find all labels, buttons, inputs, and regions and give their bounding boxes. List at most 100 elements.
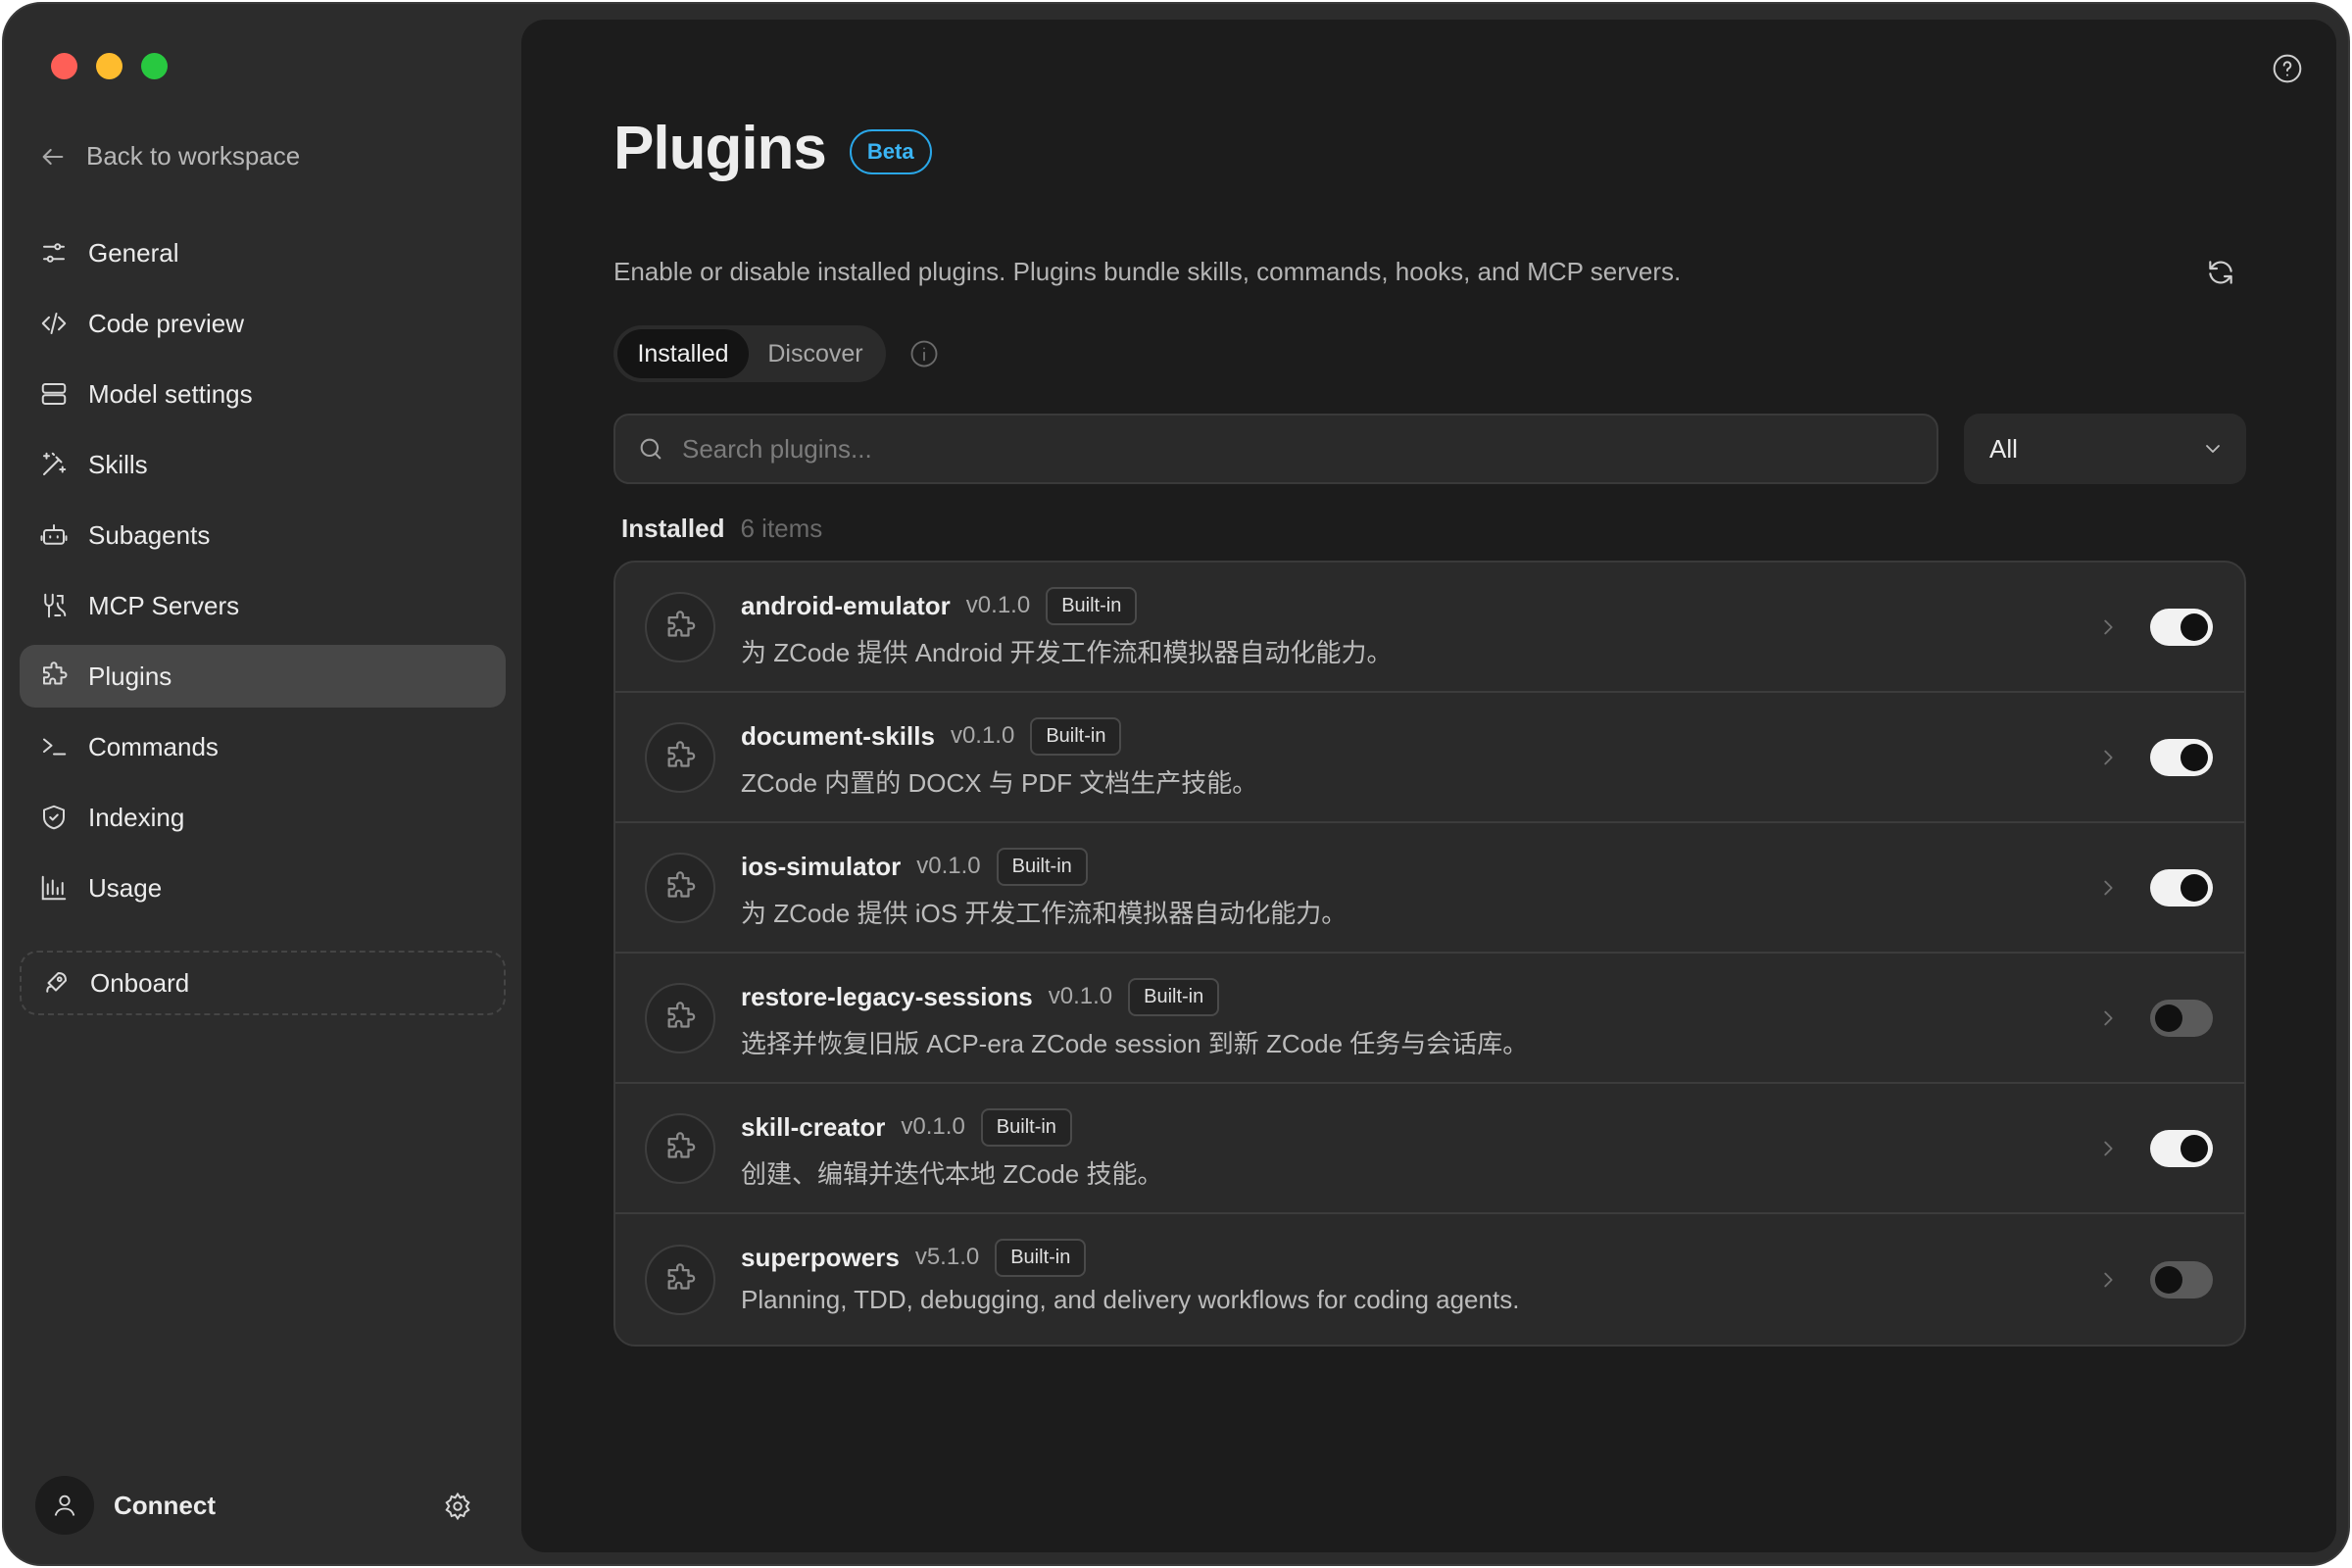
magic-wand-icon [43,452,67,475]
avatar [35,1476,94,1535]
onboard-button[interactable]: Onboard [20,951,506,1015]
shield-icon [43,805,65,830]
puzzle-icon [667,1262,696,1290]
builtin-badge: Built-in [1046,586,1138,625]
plugin-version: v0.1.0 [916,853,981,879]
plugin-row[interactable]: document-skills v0.1.0 Built-in ZCode 内置… [615,693,2244,823]
plugin-toggle[interactable] [2150,1129,2213,1167]
plugin-toggle[interactable] [2150,868,2213,906]
maximize-window-button[interactable] [141,53,168,79]
sidebar-item-label: Code preview [88,308,244,338]
plugin-avatar [645,1244,715,1315]
sidebar-item-usage[interactable]: Usage [20,857,506,919]
chevron-down-icon [2206,445,2220,453]
plugin-version: v0.1.0 [901,1113,965,1140]
item-count: 6 items [740,514,823,543]
toggle-knob [2180,743,2208,771]
plugin-avatar [645,982,715,1054]
info-icon[interactable] [909,339,939,368]
help-icon[interactable] [2272,53,2303,84]
plugin-description: 为 ZCode 提供 iOS 开发工作流和模拟器自动化能力。 [741,899,1348,928]
server-icon [41,383,67,405]
sidebar-item-label: Model settings [88,378,253,409]
sidebar-item-skills[interactable]: Skills [20,433,506,496]
arrow-left-icon [42,148,64,165]
sidebar-item-plugins[interactable]: Plugins [20,645,506,708]
plugin-version: v0.1.0 [965,592,1031,618]
puzzle-icon [667,1001,696,1028]
plugin-list: android-emulator v0.1.0 Built-in 为 ZCode… [613,561,2246,1347]
plugin-name: restore-legacy-sessions [741,981,1033,1011]
window-controls [51,53,168,79]
sidebar-item-commands[interactable]: Commands [20,715,506,778]
beta-badge: Beta [849,128,932,174]
chevron-right-icon[interactable] [2097,1007,2119,1029]
sidebar-item-subagents[interactable]: Subagents [20,504,506,566]
category-filter-select[interactable]: All [1964,414,2246,484]
chevron-right-icon[interactable] [2097,1269,2119,1291]
connect-label: Connect [114,1490,216,1520]
plugin-name: ios-simulator [741,851,902,881]
sidebar-item-label: General [88,237,179,268]
sidebar-item-label: MCP Servers [88,590,240,620]
sidebar-item-label: Plugins [88,661,172,691]
toggle-knob [2180,873,2208,902]
search-input[interactable] [682,433,1858,465]
back-to-workspace-link[interactable]: Back to workspace [39,141,300,172]
builtin-badge: Built-in [980,1107,1072,1147]
plugin-name: android-emulator [741,590,951,620]
sidebar-item-label: Commands [88,731,219,761]
plugin-avatar [645,1112,715,1184]
plugin-row[interactable]: android-emulator v0.1.0 Built-in 为 ZCode… [615,563,2244,693]
plugin-description: Planning, TDD, debugging, and delivery w… [741,1285,1520,1314]
mcp-icon [44,593,67,618]
plugin-toggle[interactable] [2150,738,2213,776]
plugin-row[interactable]: ios-simulator v0.1.0 Built-in 为 ZCode 提供… [615,823,2244,954]
tab-group: Installed Discover [613,325,886,382]
connect-button[interactable]: Connect [35,1476,216,1535]
page-description: Enable or disable installed plugins. Plu… [613,257,1682,286]
plugin-version: v5.1.0 [914,1244,980,1270]
chevron-right-icon[interactable] [2097,877,2119,899]
page-title: Plugins [613,115,827,182]
plugin-toggle[interactable] [2150,608,2213,646]
gear-icon[interactable] [443,1492,472,1521]
plugin-toggle[interactable] [2150,1260,2213,1298]
builtin-badge: Built-in [996,847,1088,886]
sidebar-item-indexing[interactable]: Indexing [20,786,506,849]
sidebar-item-label: Subagents [88,519,211,550]
chevron-right-icon[interactable] [2097,1138,2119,1159]
chevron-right-icon[interactable] [2097,747,2119,768]
toggle-knob [2180,1134,2208,1162]
plugin-row[interactable]: superpowers v5.1.0 Built-in Planning, TD… [615,1214,2244,1345]
sidebar-item-model-settings[interactable]: Model settings [20,363,506,425]
plugin-name: skill-creator [741,1111,886,1142]
search-icon [640,438,662,460]
plugin-avatar [645,591,715,662]
plugin-name: superpowers [741,1242,900,1272]
sidebar-item-label: Usage [88,872,163,903]
builtin-badge: Built-in [1030,716,1122,756]
plugin-info: android-emulator v0.1.0 Built-in 为 ZCode… [741,586,1393,669]
refresh-icon[interactable] [2205,257,2236,288]
close-window-button[interactable] [51,53,77,79]
plugin-description: 创建、编辑并迭代本地 ZCode 技能。 [741,1159,1163,1189]
plugin-name: document-skills [741,720,935,751]
sidebar-item-mcp-servers[interactable]: MCP Servers [20,574,506,637]
search-box [613,414,1938,484]
page-header: Plugins Beta [613,114,932,183]
bar-chart-icon [41,875,67,901]
minimize-window-button[interactable] [96,53,122,79]
plugin-avatar [645,721,715,793]
plugin-row[interactable]: restore-legacy-sessions v0.1.0 Built-in … [615,954,2244,1084]
plugin-info: ios-simulator v0.1.0 Built-in 为 ZCode 提供… [741,847,1347,930]
sidebar-item-code-preview[interactable]: Code preview [20,292,506,355]
tab-discover[interactable]: Discover [749,329,882,378]
plugin-toggle[interactable] [2150,999,2213,1037]
plugin-description: ZCode 内置的 DOCX 与 PDF 文档生产技能。 [741,768,1258,798]
sidebar: Back to workspace General Code preview M… [4,4,521,1564]
sidebar-item-general[interactable]: General [20,221,506,284]
tab-installed[interactable]: Installed [617,329,749,378]
chevron-right-icon[interactable] [2097,616,2119,638]
plugin-row[interactable]: skill-creator v0.1.0 Built-in 创建、编辑并迭代本地… [615,1084,2244,1214]
